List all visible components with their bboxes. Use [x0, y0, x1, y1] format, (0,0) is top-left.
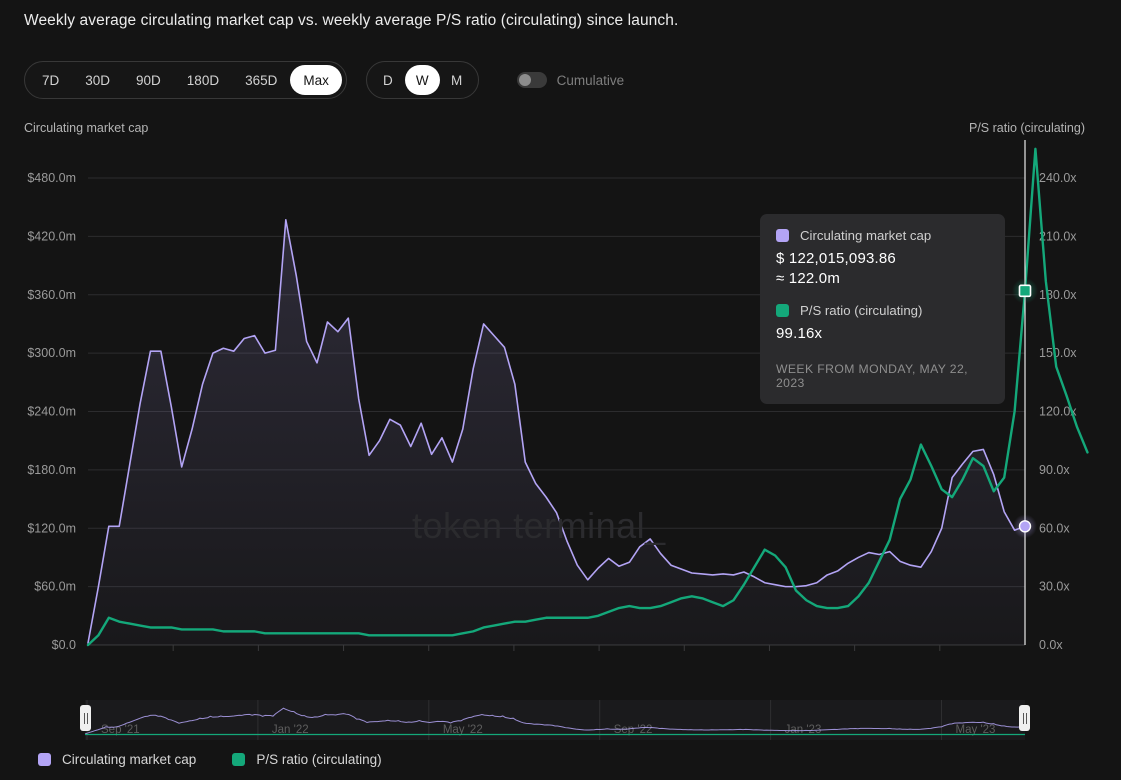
- legend-label: P/S ratio (circulating): [256, 752, 381, 767]
- chart-range-minimap[interactable]: Sep '21Jan '22May '22Sep '22Jan '23May '…: [85, 700, 1025, 740]
- granularity-option-d[interactable]: D: [371, 65, 405, 95]
- range-option-180d[interactable]: 180D: [174, 65, 232, 95]
- right-axis-tick: 210.0x: [1039, 229, 1077, 243]
- minimap-canvas: Sep '21Jan '22May '22Sep '22Jan '23May '…: [85, 700, 1025, 740]
- right-axis-tick: 30.0x: [1039, 580, 1070, 594]
- market-cap-end-marker: [1020, 521, 1031, 532]
- tooltip-series1-swatch: [776, 229, 789, 242]
- minimap-handle-right[interactable]: [1019, 705, 1030, 731]
- tooltip-series2-swatch: [776, 304, 789, 317]
- tooltip-spacer: [776, 287, 989, 303]
- legend-swatch-icon: [38, 753, 51, 766]
- legend-item-1[interactable]: P/S ratio (circulating): [232, 752, 381, 767]
- left-axis-title: Circulating market cap: [24, 121, 148, 135]
- tooltip-series2-row: P/S ratio (circulating): [776, 303, 989, 318]
- chart-page: Weekly average circulating market cap vs…: [0, 0, 1121, 780]
- tooltip-series1-approx: ≈ 122.0m: [776, 270, 989, 287]
- cumulative-toggle-label: Cumulative: [557, 73, 625, 88]
- right-axis-title: P/S ratio (circulating): [969, 121, 1085, 135]
- tooltip-series2-name: P/S ratio (circulating): [800, 303, 922, 318]
- granularity-option-m[interactable]: M: [440, 65, 474, 95]
- range-option-90d[interactable]: 90D: [123, 65, 174, 95]
- left-axis-tick: $240.0m: [27, 405, 76, 419]
- chart-tooltip: Circulating market cap $ 122,015,093.86 …: [760, 214, 1005, 404]
- tooltip-series1-row: Circulating market cap: [776, 228, 989, 243]
- range-selector[interactable]: 7D30D90D180D365DMax: [24, 61, 347, 99]
- right-axis-tick: 150.0x: [1039, 346, 1077, 360]
- minimap-handle-left[interactable]: [80, 705, 91, 731]
- legend-item-0[interactable]: Circulating market cap: [38, 752, 196, 767]
- chart-legend: Circulating market cap P/S ratio (circula…: [38, 752, 418, 767]
- right-axis-tick: 0.0x: [1039, 638, 1063, 652]
- granularity-option-w[interactable]: W: [405, 65, 440, 95]
- left-axis-tick: $300.0m: [27, 346, 76, 360]
- page-title: Weekly average circulating market cap vs…: [24, 12, 678, 30]
- right-axis-tick: 90.0x: [1039, 463, 1070, 477]
- minimap-market-cap-line: [85, 708, 1025, 734]
- cumulative-toggle[interactable]: Cumulative: [517, 72, 625, 88]
- ps-ratio-end-marker: [1020, 285, 1031, 296]
- range-option-7d[interactable]: 7D: [29, 65, 72, 95]
- right-axis-tick: 240.0x: [1039, 171, 1077, 185]
- left-axis-tick: $0.0: [52, 638, 76, 652]
- cumulative-toggle-track[interactable]: [517, 72, 547, 88]
- range-option-30d[interactable]: 30D: [72, 65, 123, 95]
- tooltip-date: WEEK FROM MONDAY, MAY 22, 2023: [776, 362, 989, 390]
- granularity-selector[interactable]: DWM: [366, 61, 479, 99]
- tooltip-series1-value: $ 122,015,093.86: [776, 250, 989, 267]
- left-axis-tick: $360.0m: [27, 288, 76, 302]
- chart-toolbar: 7D30D90D180D365DMax DWM Cumulative: [24, 61, 624, 99]
- tooltip-series1-name: Circulating market cap: [800, 228, 931, 243]
- tooltip-series2-value: 99.16x: [776, 325, 989, 342]
- legend-swatch-icon: [232, 753, 245, 766]
- left-axis-tick: $120.0m: [27, 521, 76, 535]
- left-axis-tick: $480.0m: [27, 171, 76, 185]
- legend-label: Circulating market cap: [62, 752, 196, 767]
- range-option-max[interactable]: Max: [290, 65, 342, 95]
- right-axis-tick: 60.0x: [1039, 521, 1070, 535]
- left-axis-tick: $420.0m: [27, 229, 76, 243]
- left-axis-tick: $60.0m: [34, 580, 76, 594]
- right-axis-tick: 180.0x: [1039, 288, 1077, 302]
- left-axis-tick: $180.0m: [27, 463, 76, 477]
- range-option-365d[interactable]: 365D: [232, 65, 290, 95]
- cumulative-toggle-knob: [519, 74, 531, 86]
